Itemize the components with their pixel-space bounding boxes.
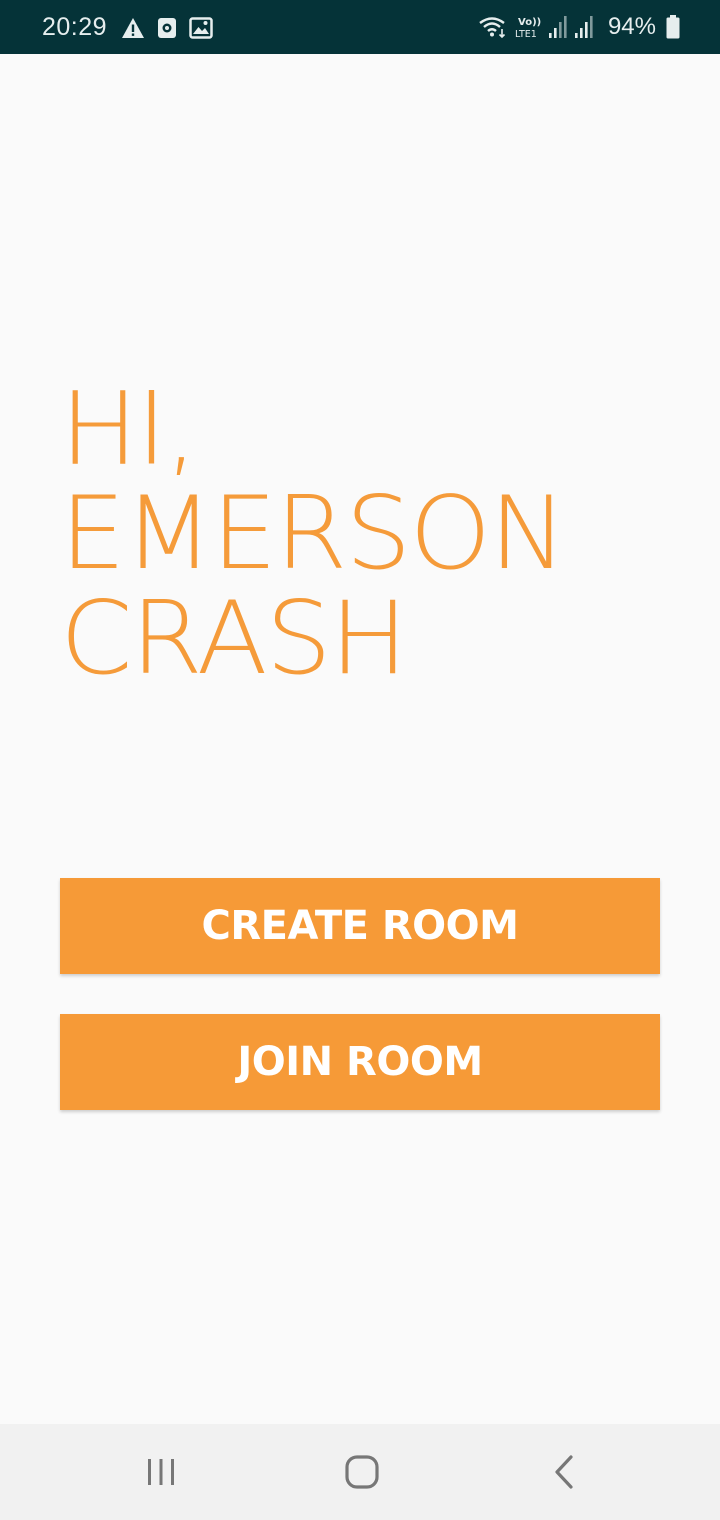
status-icons-right: Vo)) LTE1 94% xyxy=(478,12,680,42)
status-bar: 20:29 Vo)) LTE1 94% xyxy=(0,0,720,54)
greeting-heading: HI, EMERSON CRASH xyxy=(60,369,567,698)
back-button[interactable] xyxy=(504,1424,624,1520)
home-button[interactable] xyxy=(302,1424,422,1520)
battery-percent: 94% xyxy=(607,13,656,40)
join-room-button[interactable]: JOIN ROOM xyxy=(60,1014,660,1110)
svg-text:Vo)): Vo)) xyxy=(518,17,541,28)
create-room-button[interactable]: CREATE ROOM xyxy=(60,878,660,974)
screen-recorder-icon xyxy=(157,17,177,39)
greeting-line-last-name: CRASH xyxy=(60,578,408,698)
svg-text:LTE1: LTE1 xyxy=(515,29,537,40)
signal-sim1-icon xyxy=(548,15,568,39)
volte-lte-icon: Vo)) LTE1 xyxy=(514,14,542,40)
battery-icon xyxy=(666,15,680,39)
recents-icon xyxy=(144,1457,178,1487)
wifi-icon xyxy=(478,15,508,39)
home-icon xyxy=(344,1454,380,1490)
back-icon xyxy=(552,1454,576,1490)
gallery-icon xyxy=(189,17,213,39)
navigation-bar xyxy=(0,1424,720,1520)
greeting-line-first-name: EMERSON xyxy=(60,473,567,593)
recents-button[interactable] xyxy=(101,1424,221,1520)
status-time: 20:29 xyxy=(42,13,108,41)
greeting-line-hi: HI, xyxy=(60,369,198,488)
signal-sim2-icon xyxy=(574,15,594,39)
warning-icon xyxy=(121,17,145,39)
status-icons-left xyxy=(121,15,213,41)
